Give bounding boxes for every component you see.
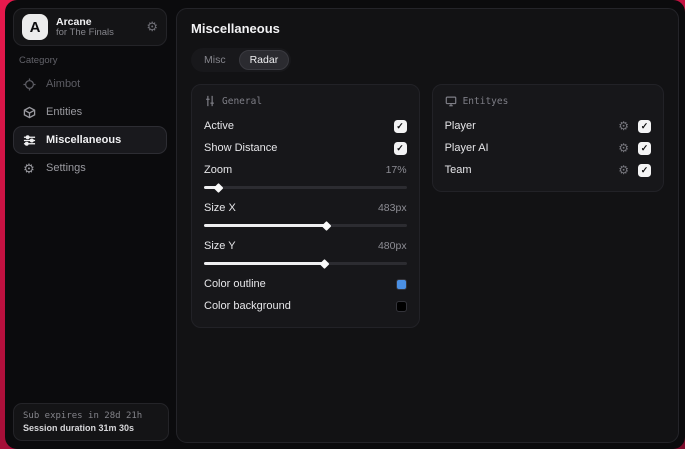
entities-panel-title: Entityes bbox=[462, 95, 509, 107]
app-window: A Arcane for The Finals ⚙ Category Aimbo… bbox=[5, 0, 685, 449]
sidebar-nav: Aimbot Entities Miscellaneous ⚙ Settings bbox=[13, 70, 167, 182]
page-title: Miscellaneous bbox=[191, 21, 280, 36]
entities-panel: Entityes Player ⚙ ✓ Player AI ⚙ ✓ Team ⚙… bbox=[431, 84, 664, 192]
size-y-slider-thumb[interactable] bbox=[319, 258, 329, 269]
subscription-card: Sub expires in 28d 21h Session duration … bbox=[13, 403, 169, 441]
sidebar-item-settings[interactable]: ⚙ Settings bbox=[13, 154, 167, 182]
size-x-value: 483px bbox=[377, 202, 407, 214]
main-panel: Miscellaneous Misc Radar General Active … bbox=[176, 8, 679, 443]
cube-icon bbox=[22, 105, 36, 119]
size-x-slider[interactable] bbox=[204, 220, 407, 231]
sidebar: A Arcane for The Finals ⚙ Category Aimbo… bbox=[5, 0, 175, 449]
slider-row-size-x: Size X 483px bbox=[204, 202, 407, 214]
app-header-card: A Arcane for The Finals ⚙ bbox=[13, 8, 167, 46]
toggle-row-active: Active ✓ bbox=[204, 115, 407, 137]
size-y-slider[interactable] bbox=[204, 258, 407, 269]
app-subtitle: for The Finals bbox=[56, 26, 114, 38]
sidebar-item-label: Entities bbox=[46, 106, 83, 118]
sidebar-item-label: Settings bbox=[46, 162, 86, 174]
color-row-outline: Color outline bbox=[204, 273, 407, 295]
size-x-slider-thumb[interactable] bbox=[321, 220, 331, 231]
sidebar-item-label: Aimbot bbox=[46, 78, 81, 90]
color-background-swatch[interactable] bbox=[395, 300, 407, 312]
app-name: Arcane bbox=[56, 15, 92, 28]
team-gear-icon[interactable]: ⚙ bbox=[618, 164, 629, 176]
sidebar-item-label: Miscellaneous bbox=[46, 134, 122, 146]
monitor-icon bbox=[445, 96, 456, 107]
session-duration-text: Session duration 31m 30s bbox=[23, 423, 135, 433]
general-panel: General Active ✓ Show Distance ✓ Zoom 17… bbox=[191, 84, 420, 328]
entity-row-team: Team ⚙ ✓ bbox=[445, 159, 651, 181]
tab-misc[interactable]: Misc bbox=[193, 50, 237, 70]
player-ai-checkbox[interactable]: ✓ bbox=[638, 141, 651, 155]
app-logo: A bbox=[22, 14, 48, 40]
tab-bar: Misc Radar bbox=[191, 48, 292, 72]
sidebar-item-miscellaneous[interactable]: Miscellaneous bbox=[13, 126, 167, 154]
team-checkbox[interactable]: ✓ bbox=[638, 163, 651, 177]
color-row-background: Color background bbox=[204, 295, 407, 317]
color-outline-swatch[interactable] bbox=[395, 278, 407, 290]
crosshair-icon bbox=[22, 77, 36, 91]
size-y-value: 480px bbox=[377, 240, 407, 252]
player-checkbox[interactable]: ✓ bbox=[638, 119, 651, 133]
sidebar-item-entities[interactable]: Entities bbox=[13, 98, 167, 126]
slider-row-size-y: Size Y 480px bbox=[204, 240, 407, 252]
zoom-value: 17% bbox=[385, 164, 407, 176]
toggle-row-show-distance: Show Distance ✓ bbox=[204, 137, 407, 159]
header-gear-icon[interactable]: ⚙ bbox=[146, 19, 158, 35]
player-ai-gear-icon[interactable]: ⚙ bbox=[618, 142, 629, 154]
entity-row-player-ai: Player AI ⚙ ✓ bbox=[445, 137, 651, 159]
zoom-slider-thumb[interactable] bbox=[213, 182, 224, 193]
show-distance-checkbox[interactable]: ✓ bbox=[393, 141, 407, 155]
entity-row-player: Player ⚙ ✓ bbox=[445, 115, 651, 137]
sidebar-item-aimbot[interactable]: Aimbot bbox=[13, 70, 167, 98]
slider-row-zoom: Zoom 17% bbox=[204, 164, 407, 176]
player-gear-icon[interactable]: ⚙ bbox=[618, 120, 629, 132]
category-label: Category bbox=[19, 55, 58, 66]
zoom-slider[interactable] bbox=[204, 182, 407, 193]
sub-expires-text: Sub expires in 28d 21h bbox=[23, 411, 143, 421]
sliders-vertical-icon bbox=[206, 95, 214, 107]
gear-icon: ⚙ bbox=[23, 160, 35, 176]
active-checkbox[interactable]: ✓ bbox=[393, 119, 407, 133]
general-panel-title: General bbox=[222, 95, 263, 107]
sliders-icon bbox=[22, 133, 36, 147]
tab-radar[interactable]: Radar bbox=[238, 50, 290, 70]
